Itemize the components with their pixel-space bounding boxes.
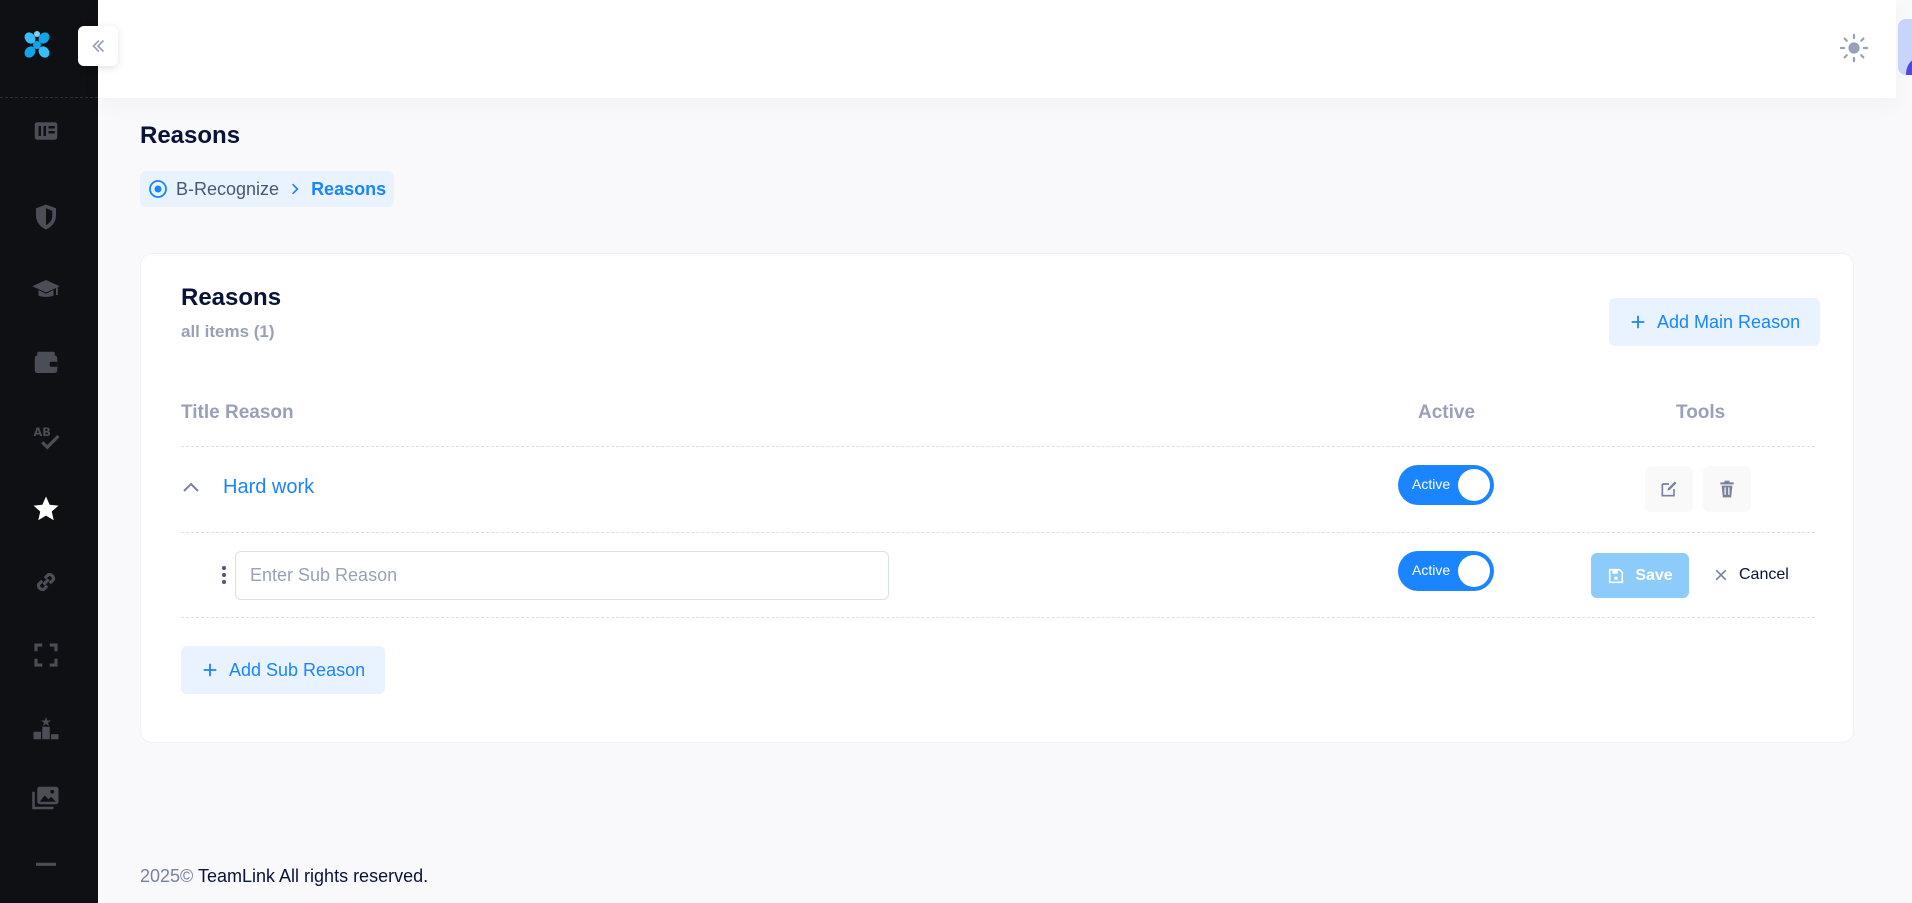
scan-frame-icon [34,643,58,667]
cancel-button[interactable]: Cancel [1713,562,1789,588]
breadcrumb-current: Reasons [311,178,387,199]
sidebar-item-news[interactable] [26,111,66,151]
toggle-knob [1458,469,1490,501]
sidebar-item-leaderboard[interactable] [26,708,66,748]
drag-handle[interactable] [219,564,229,586]
sidebar-item-education[interactable] [26,270,66,310]
column-title-reason: Title Reason [181,402,294,423]
star-icon [33,496,59,521]
toggle-knob [1458,555,1490,587]
add-sub-reason-button[interactable]: Add Sub Reason [181,646,386,694]
chevron-right-icon [292,183,299,195]
edit-icon [1661,481,1677,497]
row-divider [181,617,1815,618]
footer-text: TeamLink All rights reserved. [198,866,429,886]
spell-check-icon: AB [34,426,60,450]
save-label: Save [1635,566,1673,584]
page-title: Reasons [140,122,241,149]
delete-reason-button[interactable] [1703,466,1751,512]
target-icon [149,180,167,198]
shield-icon [36,204,56,230]
save-button[interactable]: Save [1591,553,1689,598]
sidebar-item-reasons[interactable] [26,489,66,529]
reasons-card: Reasons all items (1) Add Main Reason Ti… [140,253,1854,743]
save-icon [1609,568,1624,583]
breadcrumb-home[interactable]: B-Recognize [148,179,279,200]
breadcrumb-home-label: B-Recognize [176,178,280,199]
row-divider [181,532,1815,533]
add-main-reason-label: Add Main Reason [1657,311,1801,332]
trash-icon [1720,480,1734,498]
toggle-label: Active [1412,476,1451,492]
collapse-reason-button[interactable] [179,476,203,500]
vertical-dots-icon [222,566,226,584]
plus-icon [1631,315,1645,329]
flower-logo-icon [24,31,50,58]
svg-text:AB: AB [34,426,51,439]
add-main-reason-button[interactable]: Add Main Reason [1609,298,1821,346]
reason-active-toggle[interactable]: Active [1398,465,1494,505]
sidebar-item-gallery[interactable] [26,778,66,818]
graduation-cap-icon [32,280,60,297]
header-divider [181,446,1815,447]
reason-title[interactable]: Hard work [223,476,314,499]
chevron-up-icon [183,482,199,492]
close-icon [1715,569,1727,581]
chevrons-left-icon [92,39,105,53]
user-avatar[interactable] [1898,19,1912,75]
plus-icon [203,663,217,677]
link-icon [36,572,56,592]
sidebar-divider [0,97,98,98]
column-active: Active [1418,402,1476,423]
news-icon [34,122,58,140]
top-header [98,0,1912,98]
items-count: all items (1) [181,322,275,341]
sub-reason-input[interactable] [235,551,889,600]
sidebar: AB [0,0,98,903]
minus-icon [36,862,56,866]
sub-reason-active-toggle[interactable]: Active [1398,551,1494,591]
sidebar-item-more[interactable] [26,844,66,884]
theme-toggle-button[interactable] [1836,30,1872,66]
sidebar-item-scan[interactable] [26,635,66,675]
edit-reason-button[interactable] [1645,466,1693,512]
column-tools: Tools [1676,402,1726,423]
collapse-sidebar-button[interactable] [78,26,118,66]
sidebar-item-wallet[interactable] [26,343,66,383]
sidebar-item-security[interactable] [26,197,66,237]
wallet-icon [34,351,58,373]
card-title: Reasons [181,284,282,311]
sidebar-item-links[interactable] [26,562,66,602]
footer: 2025© TeamLink All rights reserved. [140,866,428,887]
sun-icon [1839,33,1869,63]
app-logo[interactable] [18,26,56,64]
user-avatar-icon [1898,19,1912,75]
add-sub-reason-label: Add Sub Reason [229,659,366,680]
footer-year: 2025© [140,866,194,886]
cancel-label: Cancel [1739,566,1789,583]
toggle-label: Active [1412,562,1451,578]
sidebar-item-spelling[interactable]: AB [26,416,66,456]
breadcrumb: B-Recognize Reasons [140,171,395,207]
gallery-icon [32,786,59,810]
podium-icon [33,716,59,740]
